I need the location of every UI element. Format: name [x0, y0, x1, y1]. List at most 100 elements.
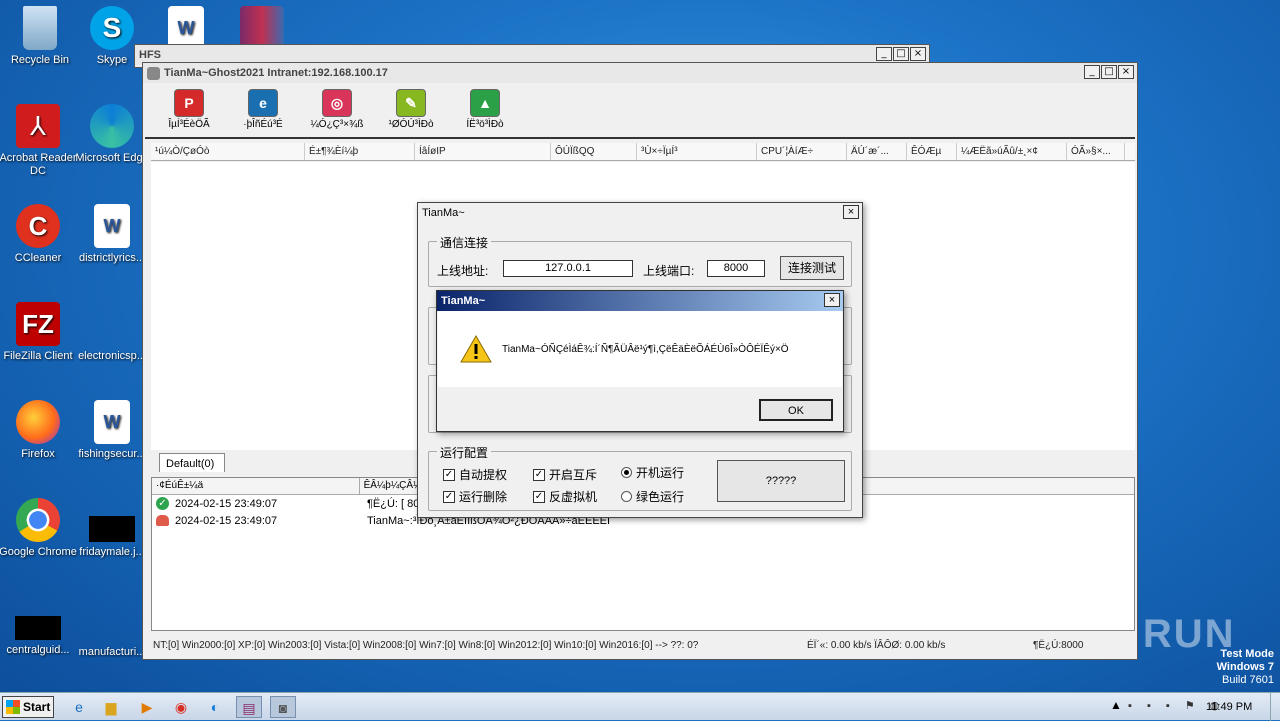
desktop-icon-acrobat[interactable]: ⅄ Acrobat Reader DC	[0, 104, 78, 178]
desktop-icon-districtlyrics[interactable]: W districtlyrics...	[72, 204, 152, 265]
column-header[interactable]: ¹ú¼Ò/ÇøÓò	[151, 143, 305, 160]
windows-logo-icon	[6, 700, 20, 714]
column-header[interactable]: ¼ÆËã»úÃû/±¸×¢	[957, 143, 1067, 160]
edge-taskbar-icon[interactable]: ◐	[202, 696, 228, 718]
winrar-taskbar-icon[interactable]: ▤	[236, 696, 262, 718]
maximize-button[interactable]: □	[1101, 65, 1117, 79]
alert-dialog[interactable]: TianMa~ × TianMa~ÓÑÇéÌáÊ¾:Í´Ñ¶ÃÜÂë¹ý¶ì,Ç…	[436, 290, 844, 432]
close-button[interactable]: ×	[843, 205, 859, 219]
maximize-button[interactable]: □	[893, 47, 909, 61]
recycle-bin-icon	[23, 6, 57, 50]
column-header[interactable]: ³Ù×÷ÏµÍ³	[637, 143, 757, 160]
os-counts: NT:[0] Win2000:[0] XP:[0] Win2003:[0] Vi…	[153, 639, 699, 651]
toolbar-button-about[interactable]: ✎ ¹ØÓÚ³ÌÐò	[381, 85, 441, 137]
generate-button[interactable]: ?????	[717, 460, 845, 502]
port-field[interactable]: 8000	[707, 260, 765, 277]
word-doc-icon: W	[94, 204, 130, 248]
toolbar-button-pack[interactable]: ◎ ¼Ó¿Ç³×¾ß	[307, 85, 367, 137]
success-check-icon: ✓	[156, 497, 169, 510]
config-dialog-titlebar[interactable]: TianMa~	[418, 203, 862, 223]
alert-titlebar[interactable]: TianMa~	[437, 291, 843, 311]
column-header[interactable]: É±¶¾Èí¼þ	[305, 143, 415, 160]
taskbar: Start e ▆ ▶ ◉ ◐ ▤ ◙ ▲ ▪ ▪ ▪ ⚑ ◍ 11:49 PM	[0, 692, 1280, 721]
portable-radio[interactable]: 绿色运行	[621, 488, 684, 505]
word-doc-icon: W	[94, 400, 130, 444]
host-list-header: ¹ú¼Ò/ÇøÓò É±¶¾Èí¼þ ÍâÍøIP ÔÚÏßQQ ³Ù×÷ÏµÍ…	[151, 143, 1135, 161]
chrome-taskbar-icon[interactable]: ◉	[168, 696, 194, 718]
desktop-icon-filezilla[interactable]: FZ FileZilla Client	[0, 302, 78, 363]
desktop-icon-fishingsecur[interactable]: W fishingsecur...	[72, 400, 152, 461]
start-button[interactable]: Start	[2, 696, 54, 718]
desktop-icon-fridaymale[interactable]: fridaymale.j...	[72, 498, 152, 559]
toolbar-button-build[interactable]: e ·þÎñÉú³É	[233, 85, 293, 137]
filezilla-icon: FZ	[16, 302, 60, 346]
column-header[interactable]: ÓÃ»§×...	[1067, 143, 1125, 160]
clock[interactable]: 11:49 PM	[1206, 701, 1252, 713]
hfs-title: HFS	[139, 49, 161, 61]
black-file-icon	[15, 616, 61, 640]
show-desktop-button[interactable]	[1270, 693, 1280, 721]
desktop-icon-recycle-bin[interactable]: Recycle Bin	[0, 6, 80, 67]
delete-after-run-checkbox[interactable]: ✓ 运行删除	[443, 488, 507, 505]
desktop-icon-electronicsp[interactable]: electronicsp...	[72, 302, 152, 363]
main-titlebar[interactable]: TianMa~Ghost2021 Intranet:192.168.100.17	[143, 63, 1137, 83]
desktop-icon-manufacturi[interactable]: manufacturi...	[72, 598, 152, 659]
toolbar-button-settings[interactable]: P ÎµÍ³ÉèÖÃ	[159, 85, 219, 137]
address-field[interactable]: 127.0.0.1	[503, 260, 633, 277]
desktop-icon-firefox[interactable]: Firefox	[0, 400, 78, 461]
log-time: 2024-02-15 23:49:07	[175, 514, 278, 527]
tab-default[interactable]: Default(0)	[159, 453, 225, 472]
address-label: 上线地址:	[437, 264, 489, 278]
about-icon: ✎	[396, 89, 426, 117]
minimize-button[interactable]: _	[1084, 65, 1100, 79]
status-bar: NT:[0] Win2000:[0] XP:[0] Win2003:[0] Vi…	[151, 635, 1135, 655]
run-config-group: 运行配置 ✓ 自动提权 ✓ 开启互斥 开机运行 ✓ 运行删除 ✓ 反虚拟机 绿色运行 ?…	[428, 444, 852, 511]
desktop-icon-edge[interactable]: Microsoft Edge	[72, 104, 152, 165]
toolbar-label: ¼Ó¿Ç³×¾ß	[310, 119, 364, 130]
close-button[interactable]: ×	[824, 293, 840, 307]
firefox-icon	[16, 400, 60, 444]
explorer-icon[interactable]: ▆	[98, 696, 124, 718]
tray-chevron-icon[interactable]: ▲	[1110, 698, 1122, 712]
test-mode-line3: Build 7601	[1222, 674, 1274, 686]
dribbble-icon: ◎	[322, 89, 352, 117]
test-mode-line1: Test Mode	[1220, 648, 1274, 660]
test-mode-text: Test Mode Windows 7 Build 7601	[1217, 648, 1274, 687]
ie-icon[interactable]: e	[66, 696, 92, 718]
close-button[interactable]: ×	[910, 47, 926, 61]
column-header[interactable]: ÍâÍøIP	[415, 143, 551, 160]
ok-button[interactable]: OK	[759, 399, 833, 421]
desktop-icon-centralguid[interactable]: centralguid...	[0, 598, 78, 657]
doc-icon	[90, 302, 134, 346]
column-header[interactable]: CPU´¦ÀíÆ÷	[757, 143, 847, 160]
main-toolbar: P ÎµÍ³ÉèÖÃ e ·þÎñÉú³É ◎ ¼Ó¿Ç³×¾ß ✎ ¹ØÓÚ³ÌÐò …	[145, 85, 1135, 139]
tianma-taskbar-icon[interactable]: ◙	[270, 696, 296, 718]
startup-radio[interactable]: 开机运行	[621, 464, 684, 481]
transfer-rates: ÉÏ´«: 0.00 kb/s ÏÂÔØ: 0.00 kb/s	[807, 639, 946, 651]
mutex-checkbox[interactable]: ✓ 开启互斥	[533, 466, 597, 483]
skype-icon: S	[90, 6, 134, 50]
connection-test-button[interactable]: 连接测试	[780, 256, 844, 280]
desktop-icon-ccleaner[interactable]: C CCleaner	[0, 204, 78, 265]
minimize-button[interactable]: _	[876, 47, 892, 61]
auto-elevate-checkbox[interactable]: ✓ 自动提权	[443, 466, 507, 483]
desktop-icon-chrome[interactable]: Google Chrome	[0, 498, 78, 559]
connection-group: 通信连接 上线地址: 127.0.0.1 上线端口: 8000 连接测试	[428, 234, 852, 287]
column-header[interactable]: ÊÓÆµ	[907, 143, 957, 160]
connection-group-label: 通信连接	[437, 234, 492, 251]
anti-vm-checkbox[interactable]: ✓ 反虚拟机	[533, 488, 597, 505]
warning-log-icon	[156, 515, 169, 526]
column-header[interactable]: ÄÚ´æ´...	[847, 143, 907, 160]
app-icon	[147, 66, 160, 80]
alert-body: TianMa~ÓÑÇéÌáÊ¾:Í´Ñ¶ÃÜÂë¹ý¶ì,ÇëÊäÈëÕÁÉÙ6…	[438, 311, 842, 387]
close-button[interactable]: ×	[1118, 65, 1134, 79]
ccleaner-icon: C	[16, 204, 60, 248]
log-col-time[interactable]: ·¢ÉúÊ±¼ä	[152, 478, 360, 494]
option-label: 自动提权	[459, 468, 508, 482]
black-file-icon	[89, 516, 135, 542]
toolbar-label: ÍË³ö³ÌÐò	[466, 119, 504, 130]
media-player-icon[interactable]: ▶	[134, 696, 160, 718]
edge-icon	[90, 104, 134, 148]
toolbar-button-exit[interactable]: ▲ ÍË³ö³ÌÐò	[455, 85, 515, 137]
column-header[interactable]: ÔÚÏßQQ	[551, 143, 637, 160]
